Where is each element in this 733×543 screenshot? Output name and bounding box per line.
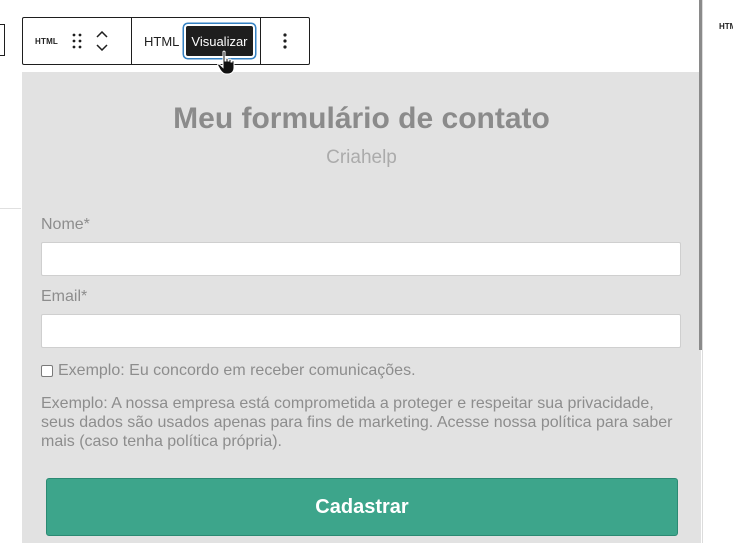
consent-checkbox[interactable] xyxy=(41,365,53,377)
drag-handle-icon[interactable] xyxy=(72,33,82,49)
html-preview-area: Meu formulário de contato Criahelp Nome*… xyxy=(22,72,701,543)
move-up-icon[interactable] xyxy=(96,31,108,38)
block-type-label[interactable]: HTML xyxy=(35,37,58,46)
gutter-divider xyxy=(0,208,21,209)
editor-divider xyxy=(702,0,703,543)
next-block-type-label: HTML xyxy=(719,22,733,31)
move-down-icon[interactable] xyxy=(96,44,108,51)
form-subtitle: Criahelp xyxy=(326,147,397,168)
block-toolbar-group-options xyxy=(261,18,309,64)
block-toolbar-group-type: HTML xyxy=(23,18,132,64)
email-field[interactable] xyxy=(41,314,681,348)
more-options-icon[interactable] xyxy=(283,33,287,49)
name-field[interactable] xyxy=(41,242,681,276)
submit-button[interactable]: Cadastrar xyxy=(46,478,678,536)
tab-html[interactable]: HTML xyxy=(144,34,179,49)
form-title: Meu formulário de contato xyxy=(173,102,550,135)
privacy-notice: Exemplo: A nossa empresa está comprometi… xyxy=(41,395,673,450)
block-mover xyxy=(96,31,108,51)
name-label: Nome* xyxy=(41,216,90,233)
block-toolbar: HTML HTML Visualizar xyxy=(22,17,310,65)
previous-block-edge xyxy=(0,24,5,56)
block-toolbar-group-mode: HTML Visualizar xyxy=(132,18,261,64)
consent-row: Exemplo: Eu concordo em receber comunica… xyxy=(41,362,416,380)
consent-label: Exemplo: Eu concordo em receber comunica… xyxy=(58,362,416,379)
hand-pointer-cursor-icon xyxy=(217,50,235,75)
email-label: Email* xyxy=(41,288,88,305)
